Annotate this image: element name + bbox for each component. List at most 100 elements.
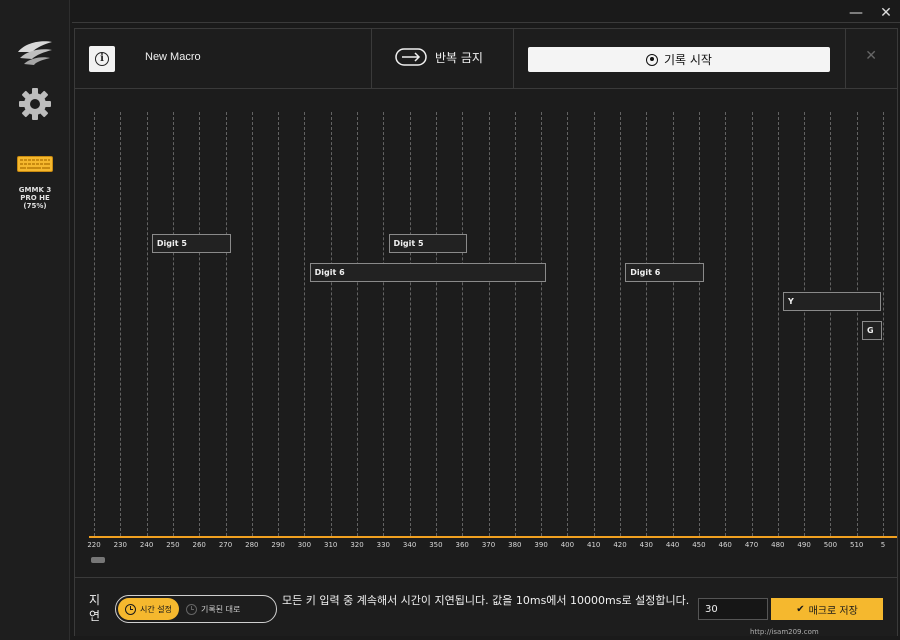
timeline-gridline: [567, 112, 569, 536]
timeline-gridline: [751, 112, 753, 536]
timeline-gridline: [225, 112, 227, 536]
timeline-tick-label: 400: [560, 541, 575, 549]
clock-icon: [125, 603, 136, 615]
timeline-gridline: [804, 112, 806, 536]
settings-gear-icon[interactable]: [17, 86, 53, 122]
window-close-button[interactable]: ✕: [878, 4, 894, 22]
timeline-tick-label: 430: [639, 541, 653, 549]
timeline-tick-label: 360: [455, 541, 469, 549]
timeline-tick-label: 5: [880, 541, 886, 549]
timeline-tick-label: 410: [587, 541, 601, 549]
timeline-scrollbar-thumb[interactable]: [91, 557, 105, 563]
timeline-gridline: [146, 112, 148, 536]
save-macro-button[interactable]: ✔ 매크로 저장: [771, 598, 883, 620]
timeline-gridline: [541, 112, 543, 536]
delay-value-input[interactable]: [698, 598, 768, 620]
start-recording-label: 기록 시작: [664, 53, 712, 67]
repeat-mode-label: 반복 금지: [435, 50, 483, 65]
timeline-gridline: [830, 112, 832, 536]
timeline-tick-label: 320: [350, 541, 364, 549]
timeline-gridline: [646, 112, 648, 536]
sidebar: GMMK 3 PRO HE (75%): [0, 0, 70, 640]
timeline-tick-label: 510: [850, 541, 864, 549]
timeline-gridline: [435, 112, 437, 536]
macro-editor-panel: i New Macro 반복 금지 기록 시작 ✕ 220 230 240 250 26…: [74, 28, 898, 636]
toolbar-divider: [371, 29, 372, 89]
timeline-gridline: [304, 112, 306, 536]
delay-mode-fixed-label: 시간 설정: [140, 604, 172, 614]
key-event-block[interactable]: Digit 5: [151, 234, 231, 253]
timeline-tick-label: 220: [87, 541, 101, 549]
info-button[interactable]: i: [89, 46, 115, 72]
timeline-tick-label: 480: [771, 541, 785, 549]
watermark: http://isam209.com: [750, 628, 819, 636]
timeline-gridline: [488, 112, 490, 536]
timeline-gridline: [251, 112, 253, 536]
timeline-tick-label: 260: [192, 541, 206, 549]
timeline-gridline: [383, 112, 385, 536]
timeline-tick-label: 470: [744, 541, 759, 549]
timeline-gridline: [462, 112, 464, 536]
macro-timeline[interactable]: 220 230 240 250 260 270 280 290 300 310 320 330 340 3…: [75, 90, 897, 574]
keyboard-icon[interactable]: [17, 156, 53, 172]
delay-mode-recorded-label: 기록된 대로: [200, 604, 241, 614]
delay-mode-fixed-option[interactable]: 시간 설정: [118, 598, 179, 620]
timeline-gridline: [725, 112, 727, 536]
device-label[interactable]: GMMK 3 PRO HE (75%): [10, 186, 60, 210]
timeline-tick-label: 280: [245, 541, 259, 549]
timeline-gridline: [856, 112, 858, 536]
timeline-tick-label: 450: [692, 541, 706, 549]
panel-close-icon[interactable]: ✕: [865, 48, 877, 64]
repeat-arrow-icon: [395, 48, 427, 66]
timeline-tick-label: 270: [218, 541, 233, 549]
delay-mode-recorded-option[interactable]: 기록된 대로: [179, 598, 247, 620]
timeline-gridline: [883, 112, 884, 536]
repeat-mode-button[interactable]: 반복 금지: [395, 47, 483, 67]
clock-icon: [185, 603, 197, 615]
info-icon: i: [95, 52, 109, 66]
timeline-tick-label: 460: [718, 541, 732, 549]
timeline-gridline: [120, 112, 122, 536]
macro-toolbar: i New Macro 반복 금지 기록 시작 ✕: [75, 29, 897, 89]
delay-description: 모든 키 입력 중 계속해서 시간이 지연됩니다. 값을 10ms에서 1000…: [282, 594, 690, 607]
timeline-tick-label: 440: [665, 541, 680, 549]
key-event-block[interactable]: Digit 6: [625, 263, 705, 282]
timeline-tick-label: 230: [113, 541, 127, 549]
key-event-block[interactable]: Y: [783, 292, 881, 311]
timeline-gridline: [514, 112, 516, 536]
timeline-tick-label: 340: [402, 541, 417, 549]
timeline-gridline: [672, 112, 674, 536]
timeline-tick-label: 300: [297, 541, 312, 549]
timeline-gridline: [357, 112, 358, 536]
delay-label: 지 연: [89, 593, 101, 623]
checkmark-icon: ✔: [796, 603, 805, 615]
timeline-tick-label: 310: [324, 541, 338, 549]
minimize-button[interactable]: —: [848, 4, 864, 22]
timeline-tick-label: 370: [481, 541, 496, 549]
timeline-tick-label: 390: [534, 541, 548, 549]
timeline-tick-label: 350: [429, 541, 443, 549]
timeline-baseline: [89, 536, 897, 538]
key-event-block[interactable]: Digit 5: [388, 234, 468, 253]
timeline-tick-label: 490: [797, 541, 811, 549]
key-event-block[interactable]: G: [861, 321, 882, 340]
timeline-gridline: [777, 112, 779, 536]
save-macro-label: 매크로 저장: [808, 605, 858, 617]
record-icon: [646, 53, 658, 66]
timeline-gridline: [593, 112, 595, 536]
title-divider: [72, 22, 900, 23]
timeline-tick-label: 420: [613, 541, 627, 549]
window-controls: — ✕: [848, 4, 894, 22]
timeline-gridline: [330, 112, 332, 536]
timeline-gridline: [172, 112, 174, 536]
macro-name[interactable]: New Macro: [145, 51, 201, 63]
delay-mode-toggle[interactable]: 시간 설정 기록된 대로: [115, 595, 277, 623]
timeline-gridline: [94, 112, 95, 536]
timeline-tick-label: 240: [139, 541, 154, 549]
start-recording-button[interactable]: 기록 시작: [528, 47, 830, 72]
toolbar-divider: [845, 29, 846, 89]
timeline-tick-label: 330: [376, 541, 390, 549]
timeline-tick-label: 290: [271, 541, 285, 549]
key-event-block[interactable]: Digit 6: [309, 263, 547, 282]
logo-wing-icon[interactable]: [16, 38, 54, 66]
